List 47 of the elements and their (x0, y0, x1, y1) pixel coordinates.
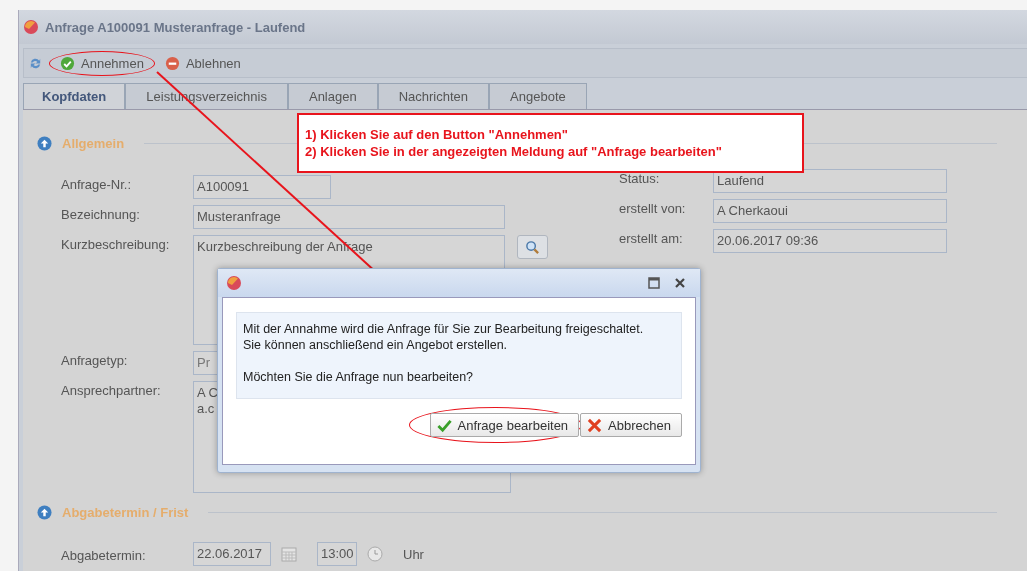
message-text: Sie können anschließend ein Angebot erstellen. (243, 337, 509, 353)
checkmark-icon (436, 417, 452, 433)
section-title: Abgabetermin / Frist (62, 505, 189, 520)
collapse-arrow-icon[interactable] (37, 505, 52, 520)
contact-line: A C (197, 385, 218, 401)
check-circle-icon (60, 55, 75, 71)
time-field[interactable]: 13:00 (317, 542, 357, 566)
input-field[interactable]: Musteranfrage (193, 205, 505, 229)
field-label: Anfrage-Nr.: (60, 176, 133, 192)
cancel-button[interactable]: Abbrechen (580, 413, 682, 437)
tab[interactable]: Kopfdaten (23, 83, 126, 109)
search-button[interactable] (517, 235, 548, 259)
message-text: Mit der Annahme wird die Anfrage für Sie zur Bearbeitung freigeschaltet. (243, 321, 645, 337)
question-text: Möchten Sie die Anfrage nun bearbeiten? (243, 369, 475, 385)
input-field[interactable]: A100091 (193, 175, 331, 199)
tab[interactable]: Angebote (489, 83, 587, 109)
edit-request-button[interactable]: Anfrage bearbeiten (429, 413, 580, 437)
time-unit: Uhr (403, 546, 424, 562)
field-label: Kurzbeschreibung: (60, 236, 171, 252)
accept-button[interactable]: Annehmen (56, 53, 148, 73)
maximize-icon[interactable] (648, 277, 660, 289)
tab[interactable]: Anlagen (287, 83, 378, 109)
tab[interactable]: Nachrichten (377, 83, 490, 109)
input-field[interactable]: 20.06.2017 09:36 (713, 229, 947, 253)
field-label: Abgabetermin: (60, 546, 147, 563)
date-field[interactable]: 22.06.2017 (193, 542, 271, 566)
field-label: Ansprechpartner: (60, 382, 162, 398)
annotation-text: 2) Klicken Sie in der angezeigten Meldung auf "Anfrage bearbeiten" (305, 143, 723, 160)
field-label: Anfragetyp: (60, 352, 129, 368)
input-field[interactable]: Laufend (713, 169, 947, 193)
minus-circle-icon (164, 55, 180, 71)
search-icon (525, 239, 540, 255)
field-label: Bezeichnung: (60, 206, 141, 222)
app-logo-icon (226, 275, 242, 291)
close-icon[interactable] (674, 277, 686, 289)
section-title: Allgemein (62, 136, 125, 151)
app-logo-icon (23, 19, 39, 35)
window-title: Anfrage A100091 Musteranfrage - Laufend (45, 19, 306, 35)
field-label: erstellt von: (618, 200, 687, 216)
field-label: Status: (618, 170, 661, 186)
reject-button[interactable]: Ablehnen (160, 53, 245, 73)
x-mark-icon (587, 417, 603, 433)
contact-line: a.c (197, 401, 215, 417)
annotation-text: 1) Klicken Sie auf den Button "Annehmen" (305, 126, 569, 143)
collapse-arrow-icon[interactable] (37, 136, 52, 151)
field-label: erstellt am: (618, 230, 684, 246)
input-field[interactable]: A Cherkaoui (713, 199, 947, 223)
